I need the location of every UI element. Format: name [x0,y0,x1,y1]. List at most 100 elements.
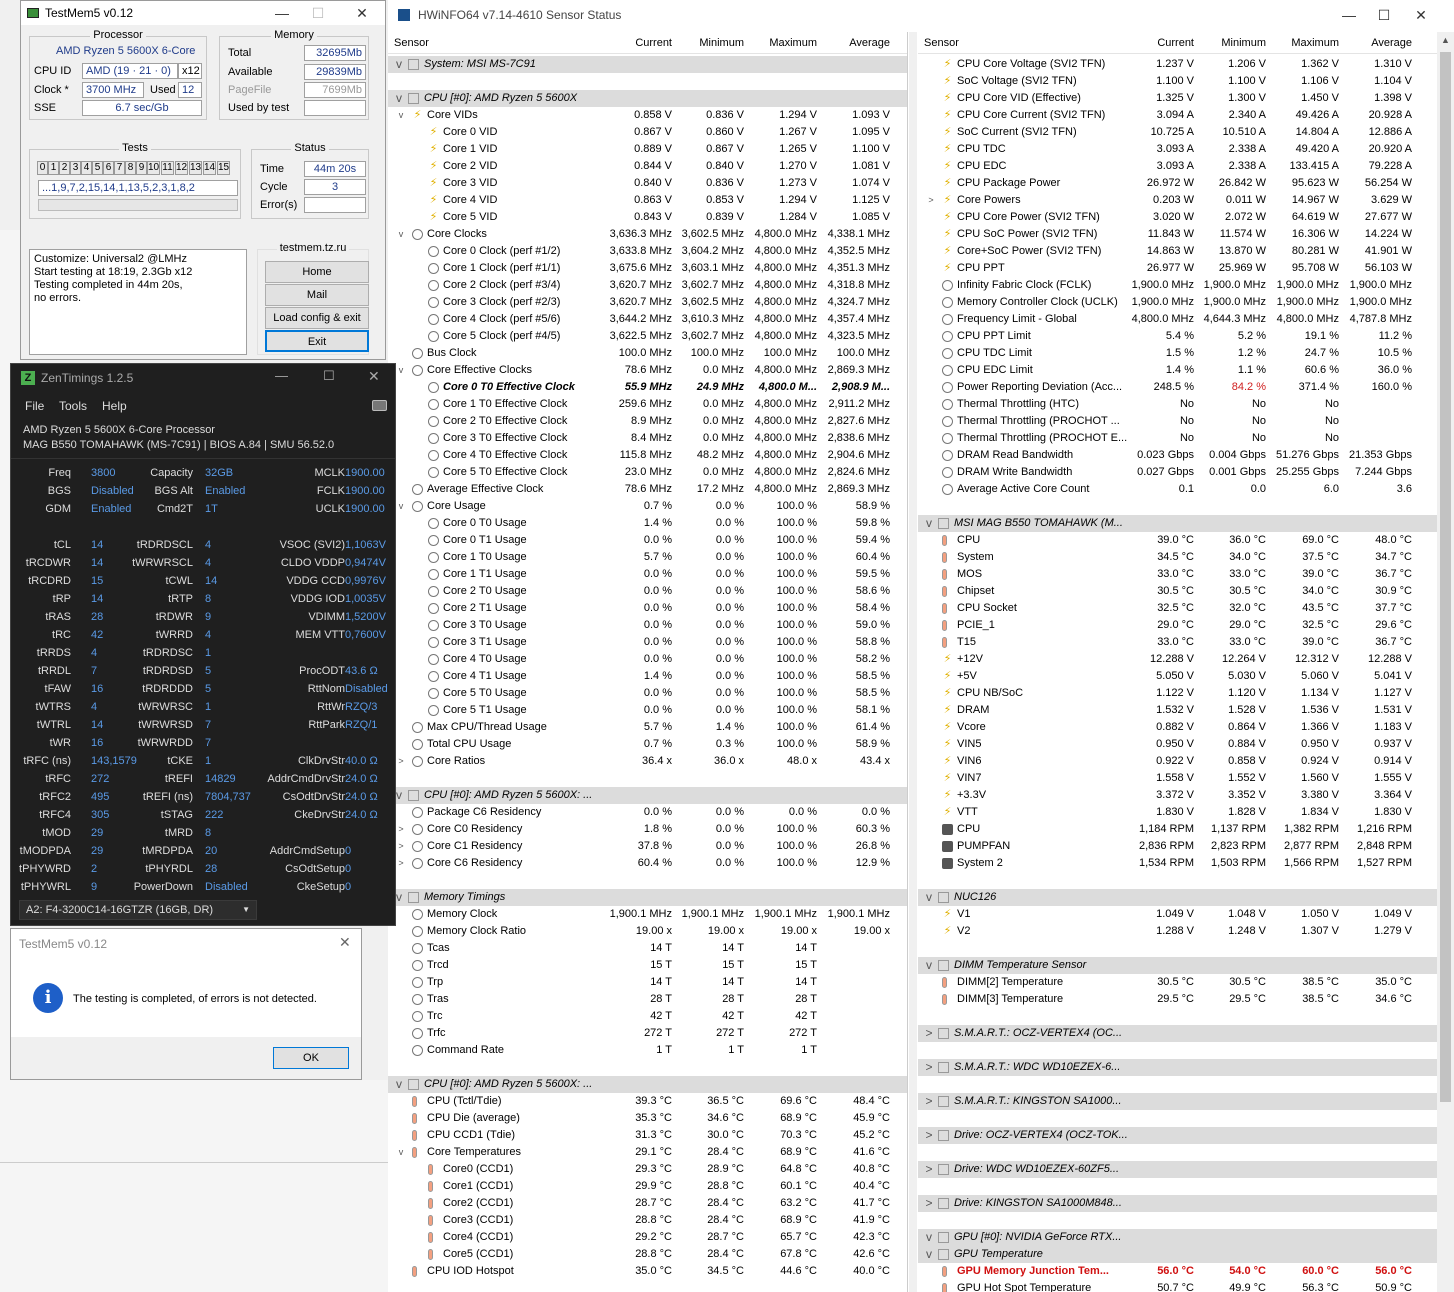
sensor-row[interactable]: Core 0 T0 Usage 1.4 % 0.0 % 100.0 % 59.8 % [388,515,907,532]
sensor-row[interactable]: ⚡ VTT 1.830 V 1.828 V 1.834 V 1.830 V [918,804,1437,821]
sensor-row[interactable]: Average Effective Clock 78.6 MHz 17.2 MHz 4… [388,481,907,498]
sensor-row[interactable]: v Core Clocks 3,636.3 MHz 3,602.5 MHz 4,800.… [388,226,907,243]
sensor-row[interactable]: System 2 1,534 RPM 1,503 RPM 1,566 RPM 1,527… [918,855,1437,872]
sensor-row[interactable]: DIMM[3] Temperature 29.5 °C 29.5 °C 38.5 °C… [918,991,1437,1008]
sensor-row[interactable]: ⚡ +5V 5.050 V 5.030 V 5.060 V 5.041 V [918,668,1437,685]
collapse-icon[interactable]: v [396,362,406,379]
sensor-row[interactable]: ⚡ Core 0 VID 0.867 V 0.860 V 1.267 V 1.095 V [388,124,907,141]
sensor-group-header[interactable]: > Drive: WDC WD10EZEX-60ZF5... [918,1161,1437,1178]
sensor-row[interactable]: > Core C0 Residency 1.8 % 0.0 % 100.0 % 60.3 … [388,821,907,838]
sensor-row[interactable]: Memory Clock 1,900.1 MHz 1,900.1 MHz 1,900.… [388,906,907,923]
expand-icon[interactable]: > [926,192,936,209]
sensor-row[interactable]: CPU (Tctl/Tdie) 39.3 °C 36.5 °C 69.6 °C 48.4… [388,1093,907,1110]
sensor-row[interactable]: ⚡ Vcore 0.882 V 0.864 V 1.366 V 1.183 V [918,719,1437,736]
sensor-row[interactable]: > Core Ratios 36.4 x 36.0 x 48.0 x 43.4 x [388,753,907,770]
sensor-group-header[interactable]: v CPU [#0]: AMD Ryzen 5 5600X: ... [388,787,907,804]
sensor-row[interactable]: ⚡ SoC Current (SVI2 TFN) 10.725 A 10.510 A 1… [918,124,1437,141]
maximize-icon[interactable]: ☐ [1369,0,1399,30]
sensor-group-header[interactable]: v DIMM Temperature Sensor [918,957,1437,974]
sensor-row[interactable]: Tras 28 T 28 T 28 T [388,991,907,1008]
sensor-row[interactable]: v Core Usage 0.7 % 0.0 % 100.0 % 58.9 % [388,498,907,515]
maximize-icon[interactable]: ☐ [323,368,335,384]
collapse-icon[interactable]: v [394,1076,404,1093]
right-scrollbar[interactable]: ▲ [1437,32,1454,1292]
sensor-row[interactable]: CPU Die (average) 35.3 °C 34.6 °C 68.9 °C 45… [388,1110,907,1127]
sensor-row[interactable]: Power Reporting Deviation (Acc... 248.5 %… [918,379,1437,396]
sensor-row[interactable]: Trcd 15 T 15 T 15 T [388,957,907,974]
sensor-row[interactable]: ⚡ Core 1 VID 0.889 V 0.867 V 1.265 V 1.100 V [388,141,907,158]
sensor-row[interactable]: ⚡ DRAM 1.532 V 1.528 V 1.536 V 1.531 V [918,702,1437,719]
expand-icon[interactable]: > [924,1093,934,1110]
column-header-maximum[interactable]: Maximum [1273,37,1339,49]
sensor-row[interactable]: > ⚡ Core Powers 0.203 W 0.011 W 14.967 W 3.629… [918,192,1437,209]
sensor-row[interactable]: v Core Temperatures 29.1 °C 28.4 °C 68.9 °C 4… [388,1144,907,1161]
sensor-row[interactable]: ⚡ Core 5 VID 0.843 V 0.839 V 1.284 V 1.085 V [388,209,907,226]
mail-button[interactable]: Mail [265,284,369,306]
menu-help[interactable]: Help [102,399,127,413]
collapse-icon[interactable]: v [394,90,404,107]
sensor-row[interactable]: > Core C6 Residency 60.4 % 0.0 % 100.0 % 12.9… [388,855,907,872]
sensor-row[interactable]: Core 5 T1 Usage 0.0 % 0.0 % 100.0 % 58.1 % [388,702,907,719]
collapse-icon[interactable]: v [924,1229,934,1246]
collapse-icon[interactable]: v [396,1144,406,1161]
sensor-row[interactable]: Core 5 T0 Usage 0.0 % 0.0 % 100.0 % 58.5 % [388,685,907,702]
sensor-group-header[interactable]: > Drive: KINGSTON SA1000M848... [918,1195,1437,1212]
sensor-row[interactable]: ⚡ VIN5 0.950 V 0.884 V 0.950 V 0.937 V [918,736,1437,753]
collapse-icon[interactable]: v [924,957,934,974]
sensor-row[interactable]: ⚡ CPU SoC Power (SVI2 TFN) 11.843 W 11.574 … [918,226,1437,243]
collapse-icon[interactable]: v [396,107,406,124]
sensor-row[interactable]: Average Active Core Count 0.1 0.0 6.0 3.6 [918,481,1437,498]
sensor-row[interactable]: Core 2 T0 Usage 0.0 % 0.0 % 100.0 % 58.6 % [388,583,907,600]
sensor-group-header[interactable]: > Drive: OCZ-VERTEX4 (OCZ-TOK... [918,1127,1437,1144]
expand-icon[interactable]: > [924,1059,934,1076]
sensor-row[interactable]: Command Rate 1 T 1 T 1 T [388,1042,907,1059]
sensor-row[interactable]: CPU TDC Limit 1.5 % 1.2 % 24.7 % 10.5 % [918,345,1437,362]
dimm-select[interactable]: A2: F4-3200C14-16GTZR (16GB, DR) ▼ [19,900,257,920]
sensor-row[interactable]: Core 0 Clock (perf #1/2) 3,633.8 MHz 3,604… [388,243,907,260]
camera-icon[interactable] [372,400,387,411]
sensor-row[interactable]: ⚡ CPU Core Voltage (SVI2 TFN) 1.237 V 1.206… [918,56,1437,73]
sensor-group-header[interactable]: v Memory Timings [388,889,907,906]
column-header-sensor[interactable]: Sensor [924,37,959,49]
column-header-minimum[interactable]: Minimum [678,37,744,49]
menu-tools[interactable]: Tools [59,399,87,413]
sensor-row[interactable]: Tcas 14 T 14 T 14 T [388,940,907,957]
column-header-current[interactable]: Current [606,37,672,49]
sensor-pane-right[interactable]: Sensor Current Minimum Maximum Average ⚡ CPU C… [918,32,1437,1292]
sensor-group-header[interactable]: > S.M.A.R.T.: KINGSTON SA1000... [918,1093,1437,1110]
sensor-row[interactable]: Frequency Limit - Global 4,800.0 MHz 4,644… [918,311,1437,328]
minimize-icon[interactable]: — [1334,0,1364,30]
column-header-average[interactable]: Average [1346,37,1412,49]
sensor-row[interactable]: v ⚡ Core VIDs 0.858 V 0.836 V 1.294 V 1.093 V [388,107,907,124]
sensor-row[interactable]: Core 5 Clock (perf #4/5) 3,622.5 MHz 3,602… [388,328,907,345]
exit-button[interactable]: Exit [265,330,369,352]
collapse-icon[interactable]: v [394,56,404,73]
sensor-row[interactable]: ⚡ Core 2 VID 0.844 V 0.840 V 1.270 V 1.081 V [388,158,907,175]
sensor-row[interactable]: Core 1 T1 Usage 0.0 % 0.0 % 100.0 % 59.5 % [388,566,907,583]
sensor-row[interactable]: Trp 14 T 14 T 14 T [388,974,907,991]
sensor-row[interactable]: Thermal Throttling (HTC) No No No [918,396,1437,413]
close-icon[interactable]: ✕ [339,934,351,951]
sensor-row[interactable]: Chipset 30.5 °C 30.5 °C 34.0 °C 30.9 °C [918,583,1437,600]
sensor-row[interactable]: Core 5 T0 Effective Clock 23.0 MHz 0.0 MHz… [388,464,907,481]
expand-icon[interactable]: > [924,1161,934,1178]
collapse-icon[interactable]: v [924,1246,934,1263]
sensor-row[interactable]: DRAM Write Bandwidth 0.027 Gbps 0.001 Gbps… [918,464,1437,481]
sensor-row[interactable]: Total CPU Usage 0.7 % 0.3 % 100.0 % 58.9 % [388,736,907,753]
sensor-row[interactable]: ⚡ CPU NB/SoC 1.122 V 1.120 V 1.134 V 1.127 V [918,685,1437,702]
sensor-row[interactable]: Core4 (CCD1) 29.2 °C 28.7 °C 65.7 °C 42.3 °C [388,1229,907,1246]
sensor-row[interactable]: ⚡ VIN6 0.922 V 0.858 V 0.924 V 0.914 V [918,753,1437,770]
sensor-row[interactable]: Trc 42 T 42 T 42 T [388,1008,907,1025]
sensor-row[interactable]: MOS 33.0 °C 33.0 °C 39.0 °C 36.7 °C [918,566,1437,583]
close-icon[interactable]: ✕ [368,368,380,385]
home-button[interactable]: Home [265,261,369,283]
sensor-row[interactable]: Max CPU/Thread Usage 5.7 % 1.4 % 100.0 % 61.… [388,719,907,736]
collapse-icon[interactable]: v [924,889,934,906]
column-header-maximum[interactable]: Maximum [751,37,817,49]
sensor-row[interactable]: ⚡ +12V 12.288 V 12.264 V 12.312 V 12.288 V [918,651,1437,668]
sensor-row[interactable]: Core 2 T1 Usage 0.0 % 0.0 % 100.0 % 58.4 % [388,600,907,617]
sensor-row[interactable]: CPU EDC Limit 1.4 % 1.1 % 60.6 % 36.0 % [918,362,1437,379]
scroll-up-icon[interactable]: ▲ [1437,32,1454,49]
sensor-row[interactable]: CPU 1,184 RPM 1,137 RPM 1,382 RPM 1,216 RPM [918,821,1437,838]
sensor-row[interactable]: Memory Clock Ratio 19.00 x 19.00 x 19.00 x 1… [388,923,907,940]
